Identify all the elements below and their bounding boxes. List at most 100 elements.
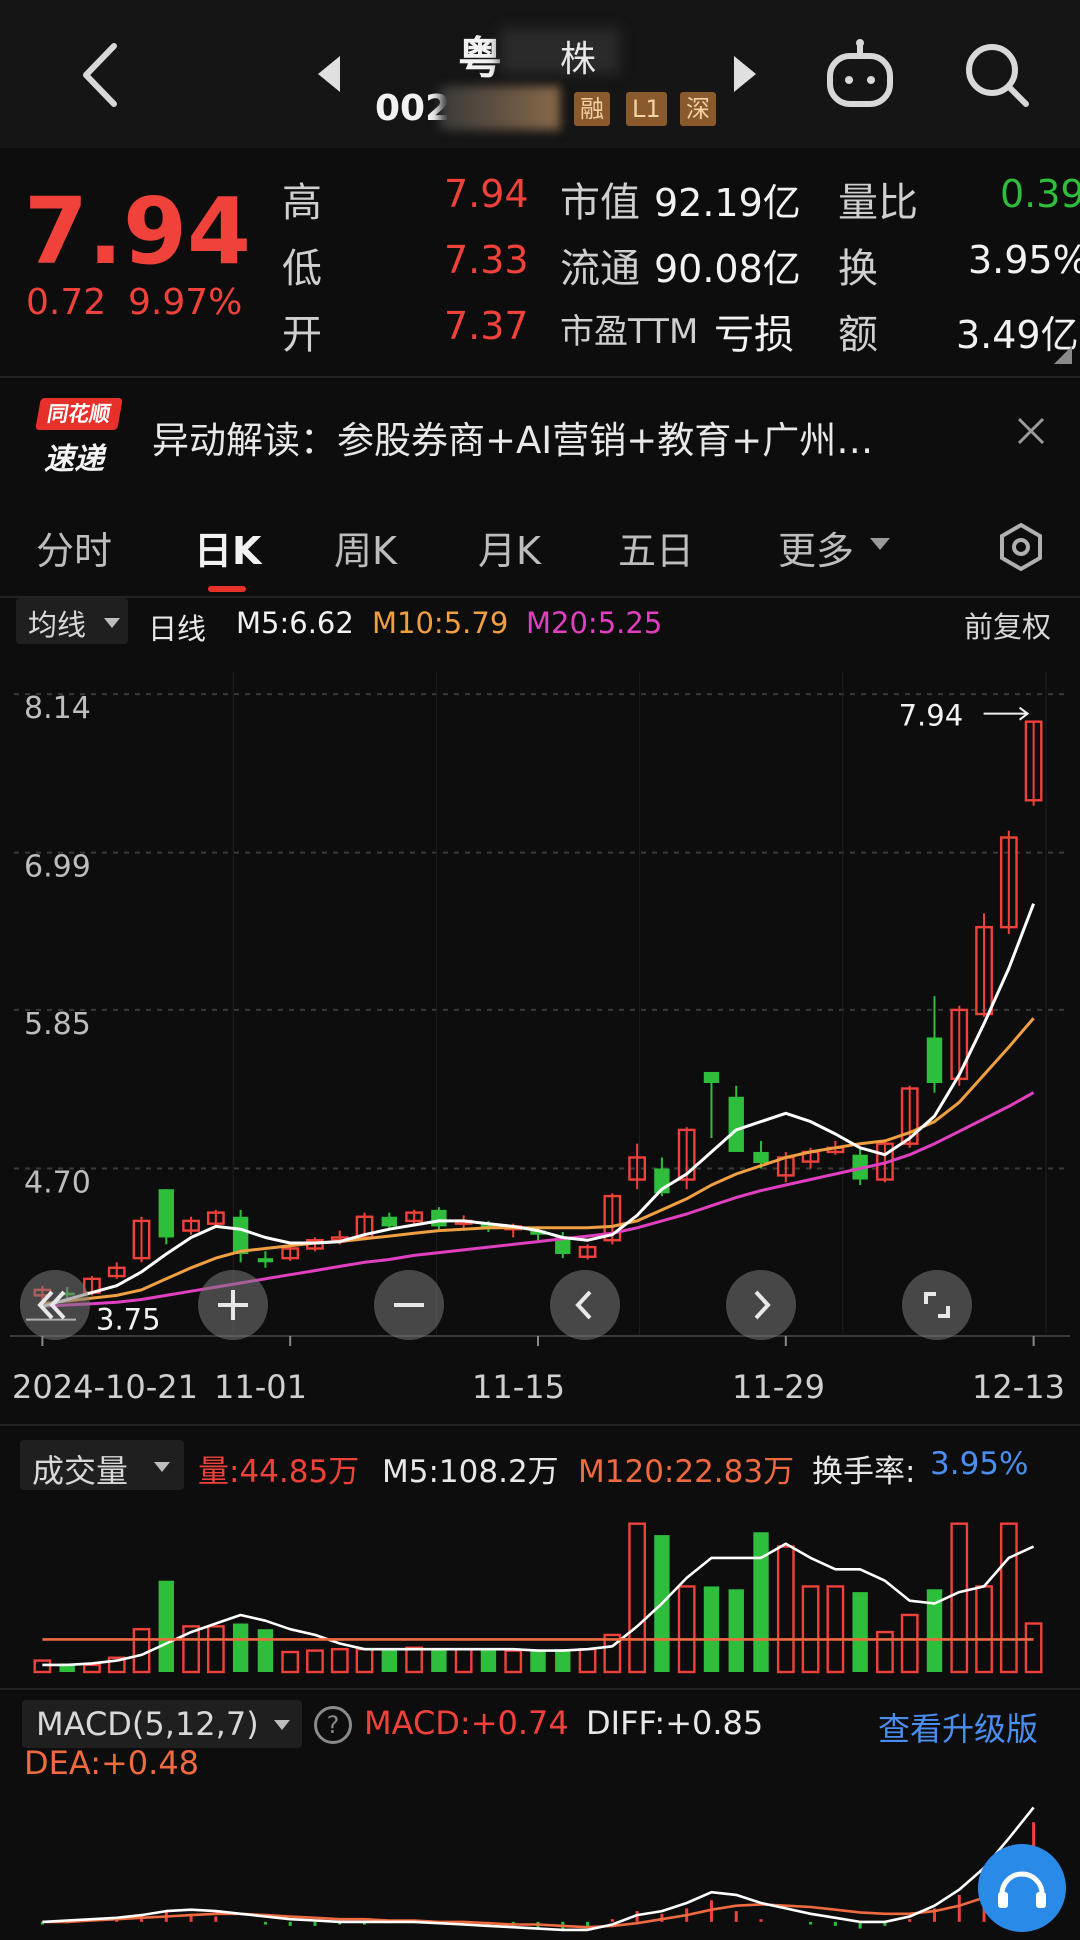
divider xyxy=(0,376,1080,378)
scroll-right-button[interactable] xyxy=(726,1270,796,1340)
volume-bar xyxy=(950,1522,969,1674)
more-dropdown-icon[interactable] xyxy=(870,538,890,550)
candle-body xyxy=(381,1216,397,1227)
turnover-rate-label: 换手率: xyxy=(812,1454,916,1490)
prev-stock-icon[interactable] xyxy=(318,56,340,92)
volume-bar xyxy=(405,1646,423,1674)
candle-body xyxy=(703,1071,720,1083)
volume-ma5: M5:108.2万 xyxy=(382,1454,559,1490)
y-axis-tick-label: 5.85 xyxy=(24,1007,91,1042)
chevron-down-icon xyxy=(274,1720,290,1730)
volume-bar xyxy=(975,1585,993,1674)
x-label-start: 2024-10-21 xyxy=(12,1368,198,1406)
volume-bar xyxy=(776,1545,795,1674)
volume-bar xyxy=(33,1659,52,1674)
volume-bar xyxy=(158,1580,174,1672)
volume-value: 量:44.85万 xyxy=(198,1454,360,1490)
robot-assistant-icon[interactable] xyxy=(822,38,898,110)
pe-value: 亏损 xyxy=(714,312,794,358)
volume-bar xyxy=(801,1585,820,1674)
ma20-line xyxy=(42,1091,1035,1308)
kline-chart[interactable]: 8.14 6.99 5.85 4.70 7.94 3.75 xyxy=(0,650,1080,1350)
volume-bar xyxy=(257,1629,274,1672)
turnover-rate-value: 3.95% xyxy=(930,1446,1029,1482)
x-label-3: 11-29 xyxy=(732,1368,825,1406)
tag-level: L1 xyxy=(626,92,667,126)
macd-value: MACD:+0.74 xyxy=(364,1704,569,1742)
ths-express-logo: 同花顺 速递 xyxy=(32,398,126,477)
fast-backward-button[interactable] xyxy=(20,1270,90,1340)
volume-bar xyxy=(530,1650,546,1672)
tab-more[interactable]: 更多 xyxy=(778,520,854,575)
fullscreen-button[interactable] xyxy=(902,1270,972,1340)
top-nav-bar: 粤 株 002 融 L1 深 xyxy=(0,0,1080,148)
settings-icon[interactable] xyxy=(996,522,1046,572)
news-headline[interactable]: 异动解读：参股券商+AI营销+教育+广州… xyxy=(152,410,873,464)
volume-bar xyxy=(753,1532,769,1672)
candle-body xyxy=(753,1151,769,1163)
volume-indicator-selector[interactable]: 成交量 xyxy=(20,1440,184,1490)
candle-body xyxy=(728,1096,744,1152)
next-stock-icon[interactable] xyxy=(734,56,756,92)
stock-name-right: 株 xyxy=(560,39,597,80)
ma5-value: M5:6.62 xyxy=(236,606,354,640)
volume-chart[interactable] xyxy=(0,1500,1080,1680)
stock-code-mask xyxy=(440,86,560,130)
chevron-down-icon xyxy=(154,1462,170,1472)
divider xyxy=(0,1424,1080,1426)
customer-service-button[interactable] xyxy=(978,1844,1066,1932)
price-change: 0.72 xyxy=(26,282,107,323)
candle-body xyxy=(431,1209,447,1227)
x-label-1: 11-01 xyxy=(214,1368,307,1406)
close-icon[interactable] xyxy=(1014,414,1048,448)
tab-monthly-k[interactable]: 月K xyxy=(478,520,541,575)
zoom-out-button[interactable] xyxy=(374,1270,444,1340)
volume-bar xyxy=(306,1649,324,1674)
logo-bottom-text: 速递 xyxy=(44,442,104,477)
y-axis-tick-label: 6.99 xyxy=(24,850,91,885)
adjust-mode[interactable]: 前复权 xyxy=(964,604,1051,646)
macd-indicator-selector[interactable]: MACD(5,12,7) xyxy=(22,1700,302,1748)
low-label: 低 xyxy=(282,246,322,292)
volume-bar xyxy=(281,1650,300,1674)
volume-bar xyxy=(578,1647,597,1674)
min-price-label: 3.75 xyxy=(96,1303,161,1337)
tab-five-day[interactable]: 五日 xyxy=(618,520,694,575)
volume-bar xyxy=(355,1647,374,1674)
volume-bar xyxy=(381,1649,397,1672)
volume-bar xyxy=(330,1647,349,1674)
tag-margin: 融 xyxy=(574,92,610,126)
chevron-down-icon xyxy=(104,618,120,628)
volume-bar xyxy=(852,1592,868,1672)
scroll-left-button[interactable] xyxy=(550,1270,620,1340)
tab-intraday[interactable]: 分时 xyxy=(36,520,112,575)
open-label: 开 xyxy=(282,312,322,358)
volume-bar xyxy=(1024,1622,1043,1674)
divider xyxy=(0,596,1080,598)
volume-ma120: M120:22.83万 xyxy=(578,1454,795,1490)
volume-selector-label: 成交量 xyxy=(32,1452,129,1490)
x-label-2: 11-15 xyxy=(472,1368,565,1406)
tab-weekly-k[interactable]: 周K xyxy=(334,520,397,575)
search-icon[interactable] xyxy=(962,40,1032,110)
volume-bar xyxy=(480,1649,497,1672)
volume-bar xyxy=(728,1589,744,1672)
tab-daily-k[interactable]: 日K xyxy=(194,520,261,575)
stock-code: 002 xyxy=(375,88,451,129)
expand-corner-icon[interactable] xyxy=(1054,346,1072,364)
ma-selector[interactable]: 均线 xyxy=(16,598,128,644)
macd-chart[interactable] xyxy=(0,1790,1080,1940)
volume-bar xyxy=(555,1649,571,1672)
zoom-in-button[interactable] xyxy=(198,1270,268,1340)
volume-bar xyxy=(677,1585,696,1674)
volume-bar xyxy=(206,1625,225,1674)
last-price: 7.94 xyxy=(24,178,251,285)
upgrade-link[interactable]: 查看升级版 xyxy=(878,1704,1038,1750)
x-label-end: 12-13 xyxy=(972,1368,1065,1406)
back-icon[interactable] xyxy=(70,40,130,110)
tag-market: 深 xyxy=(680,92,716,126)
ma-selector-label: 均线 xyxy=(28,608,87,642)
ma5-line xyxy=(41,903,1036,1308)
stock-name-left: 粤 xyxy=(458,33,502,84)
help-icon[interactable]: ? xyxy=(314,1706,352,1744)
